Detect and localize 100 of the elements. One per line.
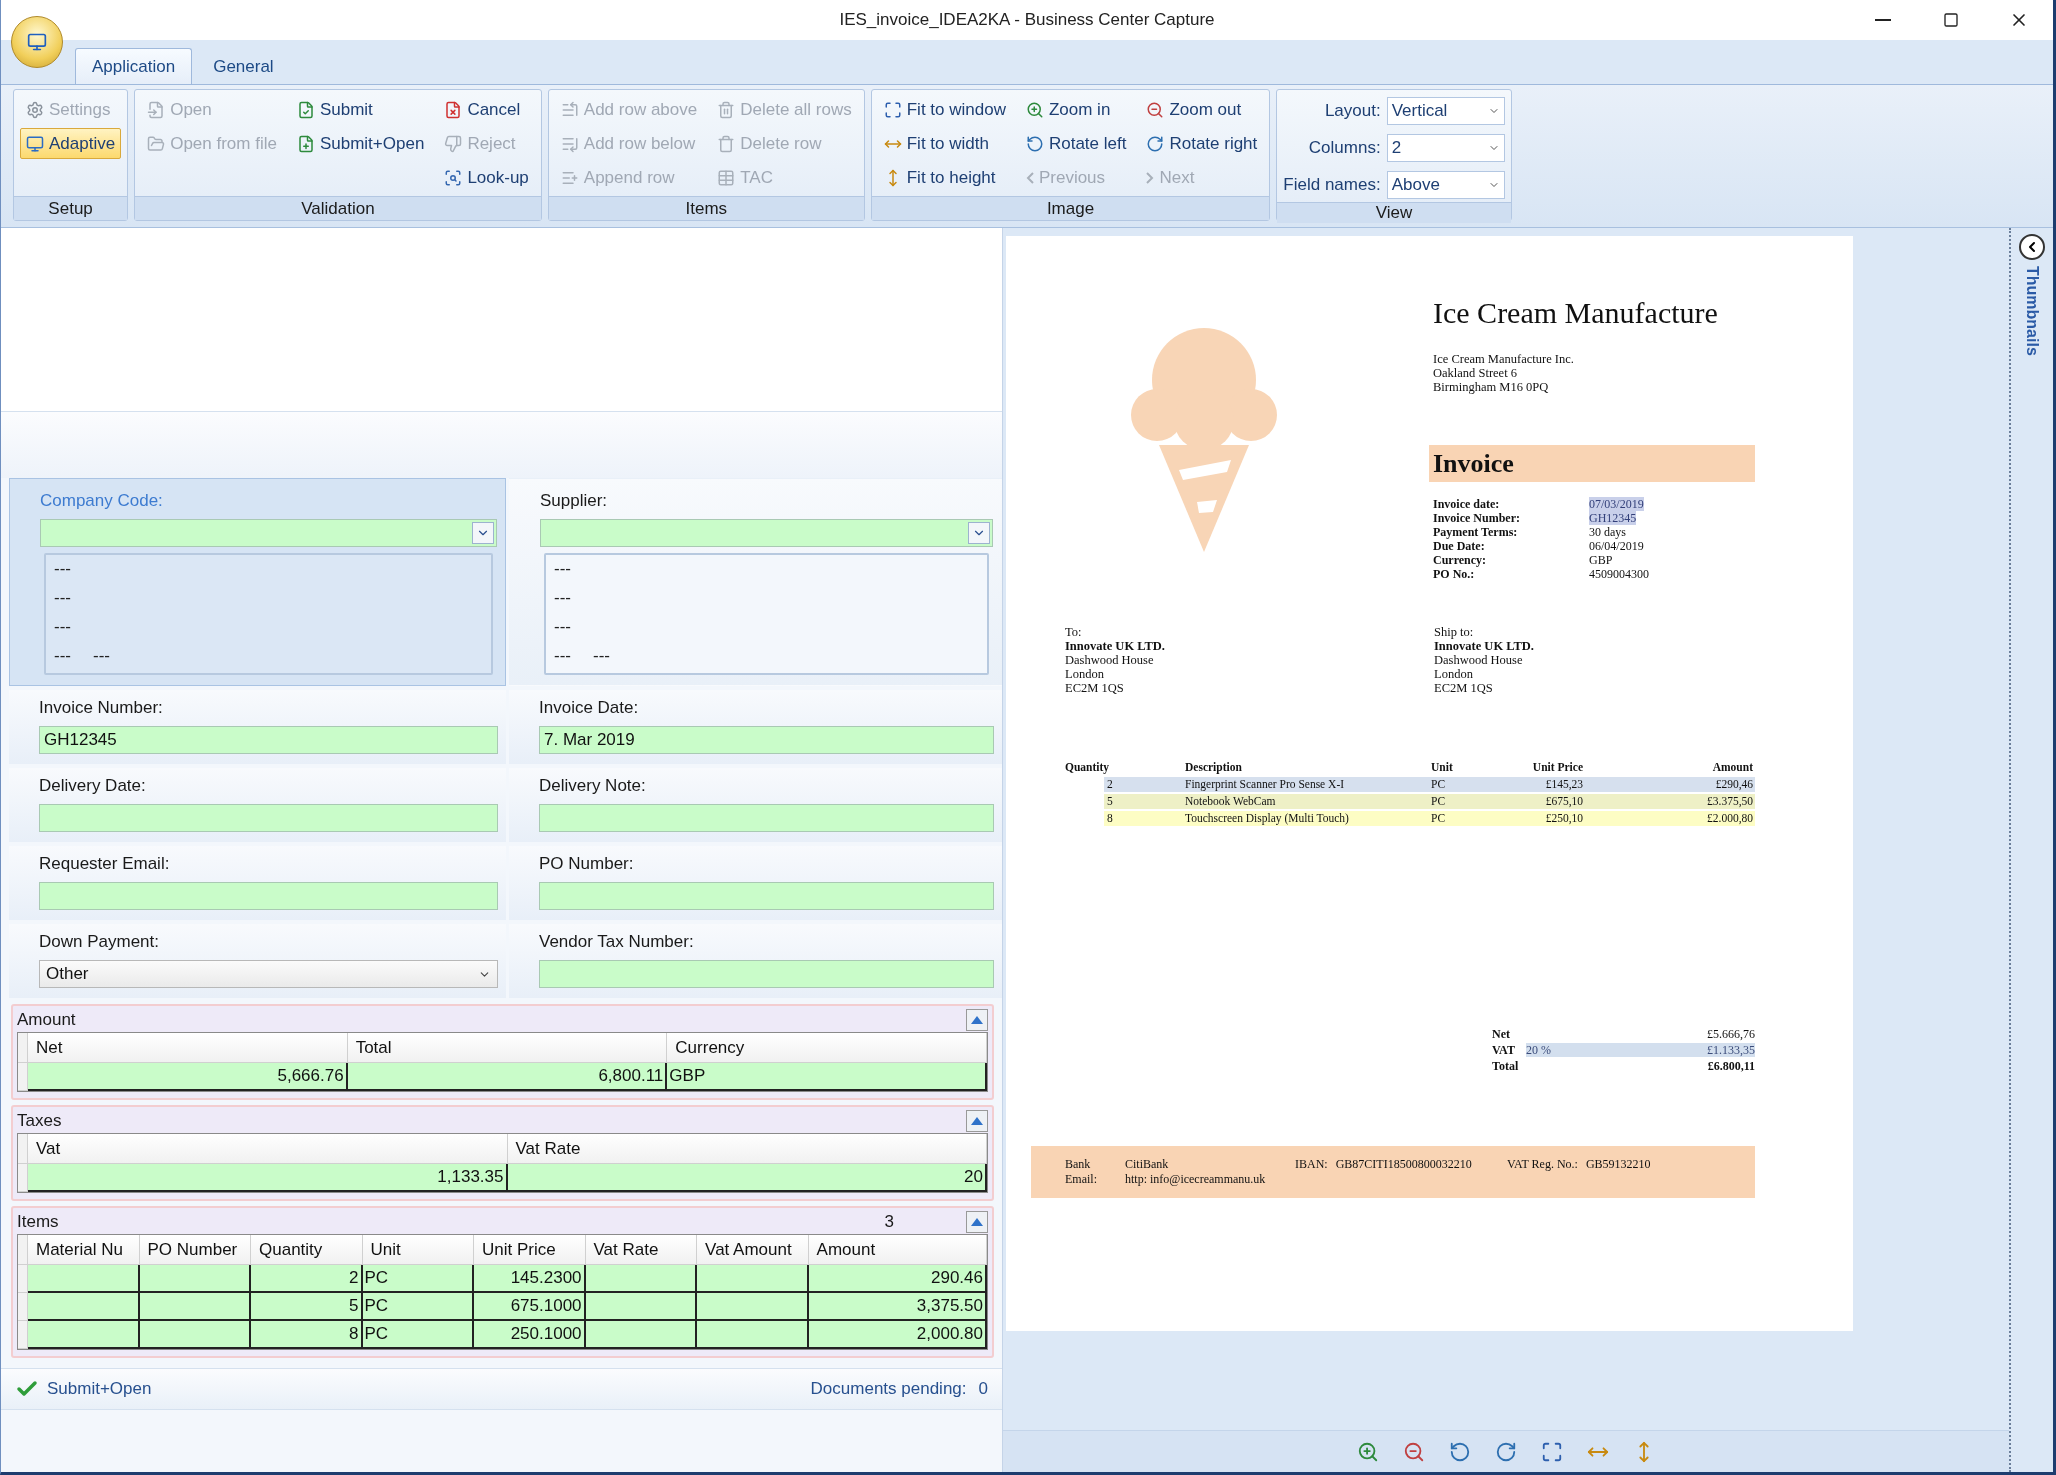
row-header	[18, 1063, 28, 1091]
zoom-in-icon	[1025, 100, 1044, 119]
rotate-left-icon	[1025, 134, 1044, 153]
app-menu-button[interactable]	[11, 16, 63, 68]
section-title: Items	[17, 1212, 60, 1232]
ribbon-button[interactable]: Look-up	[438, 162, 535, 193]
table-cell-text: PC	[1431, 811, 1447, 826]
table-cell: 2	[251, 1265, 363, 1293]
table-cell: PC	[362, 1321, 475, 1349]
field-label: Supplier:	[540, 491, 608, 511]
table-cell: 8	[251, 1321, 363, 1349]
table-cell-text: 5	[1106, 794, 1114, 809]
table-cell-text: £290,46	[1714, 777, 1753, 792]
table-cell: 5	[251, 1293, 363, 1321]
list-item: ---	[54, 646, 71, 667]
detail-value: 30 days	[1589, 525, 1626, 539]
table-cell: 290.46	[808, 1265, 987, 1293]
table-cell-text: PC	[1431, 777, 1447, 792]
list-item: ---	[54, 617, 71, 638]
rotate-right-icon	[1146, 134, 1165, 153]
field-label: Columns:	[1308, 138, 1381, 158]
input-field[interactable]: GH12345	[39, 726, 498, 754]
customer-name: Innovate UK LTD.	[1434, 639, 1535, 653]
table-cell: 145.2300	[474, 1265, 586, 1293]
table-cell: 675.1000	[474, 1293, 586, 1321]
table-cell: GBP	[667, 1063, 987, 1091]
column-header: Amount	[1711, 760, 1753, 775]
input-field[interactable]	[539, 882, 994, 910]
list-box[interactable]: --- --- --- --- ---	[44, 553, 493, 675]
row-header	[18, 1235, 28, 1265]
dropdown[interactable]: Vertical	[1386, 97, 1505, 125]
list-box[interactable]: --- --- --- --- ---	[544, 553, 989, 675]
thumbnails-tab[interactable]: Thumbnails	[2023, 266, 2041, 356]
chevron-right-icon	[1146, 171, 1155, 184]
input-field[interactable]	[539, 960, 994, 988]
address-line: Dashwood House	[1434, 653, 1524, 667]
table-cell: 3,375.50	[808, 1293, 987, 1321]
section-title: Taxes	[17, 1111, 63, 1131]
ribbon-tab[interactable]: General	[196, 48, 291, 84]
column-header: Amount	[808, 1235, 987, 1265]
ribbon-tab[interactable]: Application	[75, 48, 193, 84]
ribbon-button[interactable]: Rotate right	[1140, 128, 1264, 159]
input-field[interactable]	[39, 804, 498, 832]
table-cell-text: £2.000,80	[1706, 811, 1753, 826]
table-cell: PC	[362, 1293, 475, 1321]
group-title: Image	[871, 196, 1270, 220]
address-line: Dashwood House	[1065, 653, 1155, 667]
detail-label: Due Date:	[1433, 539, 1486, 553]
ribbon-button[interactable]: Fit to height	[877, 162, 1012, 193]
ribbon-button[interactable]: Cancel	[438, 94, 535, 125]
ribbon-button[interactable]: Fit to width	[877, 128, 1012, 159]
row-header	[18, 1033, 28, 1063]
table-cell: 2,000.80	[808, 1321, 987, 1349]
pending-count: 0	[978, 1379, 988, 1399]
chevron-left-icon	[1025, 171, 1034, 184]
list-item: ---	[554, 588, 571, 609]
ribbon-button[interactable]: Fit to window	[877, 94, 1012, 125]
column-header: Net	[28, 1033, 348, 1063]
invoice-heading: Invoice	[1429, 445, 1755, 482]
column-header: Vat Rate	[507, 1134, 987, 1164]
up-triangle-icon	[971, 1016, 983, 1024]
input-field[interactable]: 7. Mar 2019	[539, 726, 994, 754]
list-item: ---	[554, 646, 571, 667]
ribbon-button[interactable]: Zoom out	[1140, 94, 1264, 125]
monitor-icon	[27, 32, 47, 52]
dropdown-field[interactable]	[540, 519, 993, 547]
dropdown-field[interactable]: Other	[39, 960, 498, 988]
table-cell-text: £145,23	[1544, 777, 1583, 792]
detail-label: Payment Terms:	[1433, 525, 1519, 539]
detail-value: GBP	[1589, 553, 1613, 567]
input-field[interactable]	[539, 804, 994, 832]
footer-value: GB59132210	[1585, 1157, 1651, 1172]
row-header	[18, 1164, 28, 1192]
detail-value: 4509004300	[1589, 567, 1649, 581]
up-triangle-icon	[971, 1218, 983, 1226]
column-header: Quantity	[251, 1235, 363, 1265]
company-name: Ice Cream Manufacture	[1433, 296, 1719, 330]
rotate-left-icon	[1449, 1440, 1471, 1463]
collapse-button[interactable]	[2019, 234, 2045, 260]
input-field[interactable]	[39, 882, 498, 910]
footer-label: IBAN:	[1295, 1157, 1328, 1172]
footer-label: VAT Reg. No.:	[1507, 1157, 1578, 1172]
table-icon	[717, 168, 736, 187]
dropdown[interactable]: Above	[1386, 171, 1505, 199]
ribbon-button[interactable]: Zoom in	[1019, 94, 1133, 125]
frame-icon	[1541, 1440, 1563, 1463]
dropdown-field[interactable]	[40, 519, 497, 547]
trash-icon	[717, 100, 736, 119]
table-cell: 5,666.76	[28, 1063, 348, 1091]
table-cell-text: Fingerprint Scanner Pro Sense X-I	[1185, 777, 1346, 792]
dropdown[interactable]: 2	[1386, 134, 1505, 162]
ribbon-button[interactable]: Submit+Open	[290, 128, 431, 159]
ribbon-button[interactable]: Adaptive	[20, 128, 122, 159]
group-title: Items	[548, 196, 864, 220]
ribbon-button[interactable]: Submit	[290, 94, 431, 125]
zoom-out-icon	[1146, 100, 1165, 119]
list-icon	[560, 100, 579, 119]
ribbon-button[interactable]: Rotate left	[1019, 128, 1133, 159]
detail-label: Invoice Number:	[1433, 511, 1521, 525]
detail-label: Currency:	[1433, 553, 1488, 567]
